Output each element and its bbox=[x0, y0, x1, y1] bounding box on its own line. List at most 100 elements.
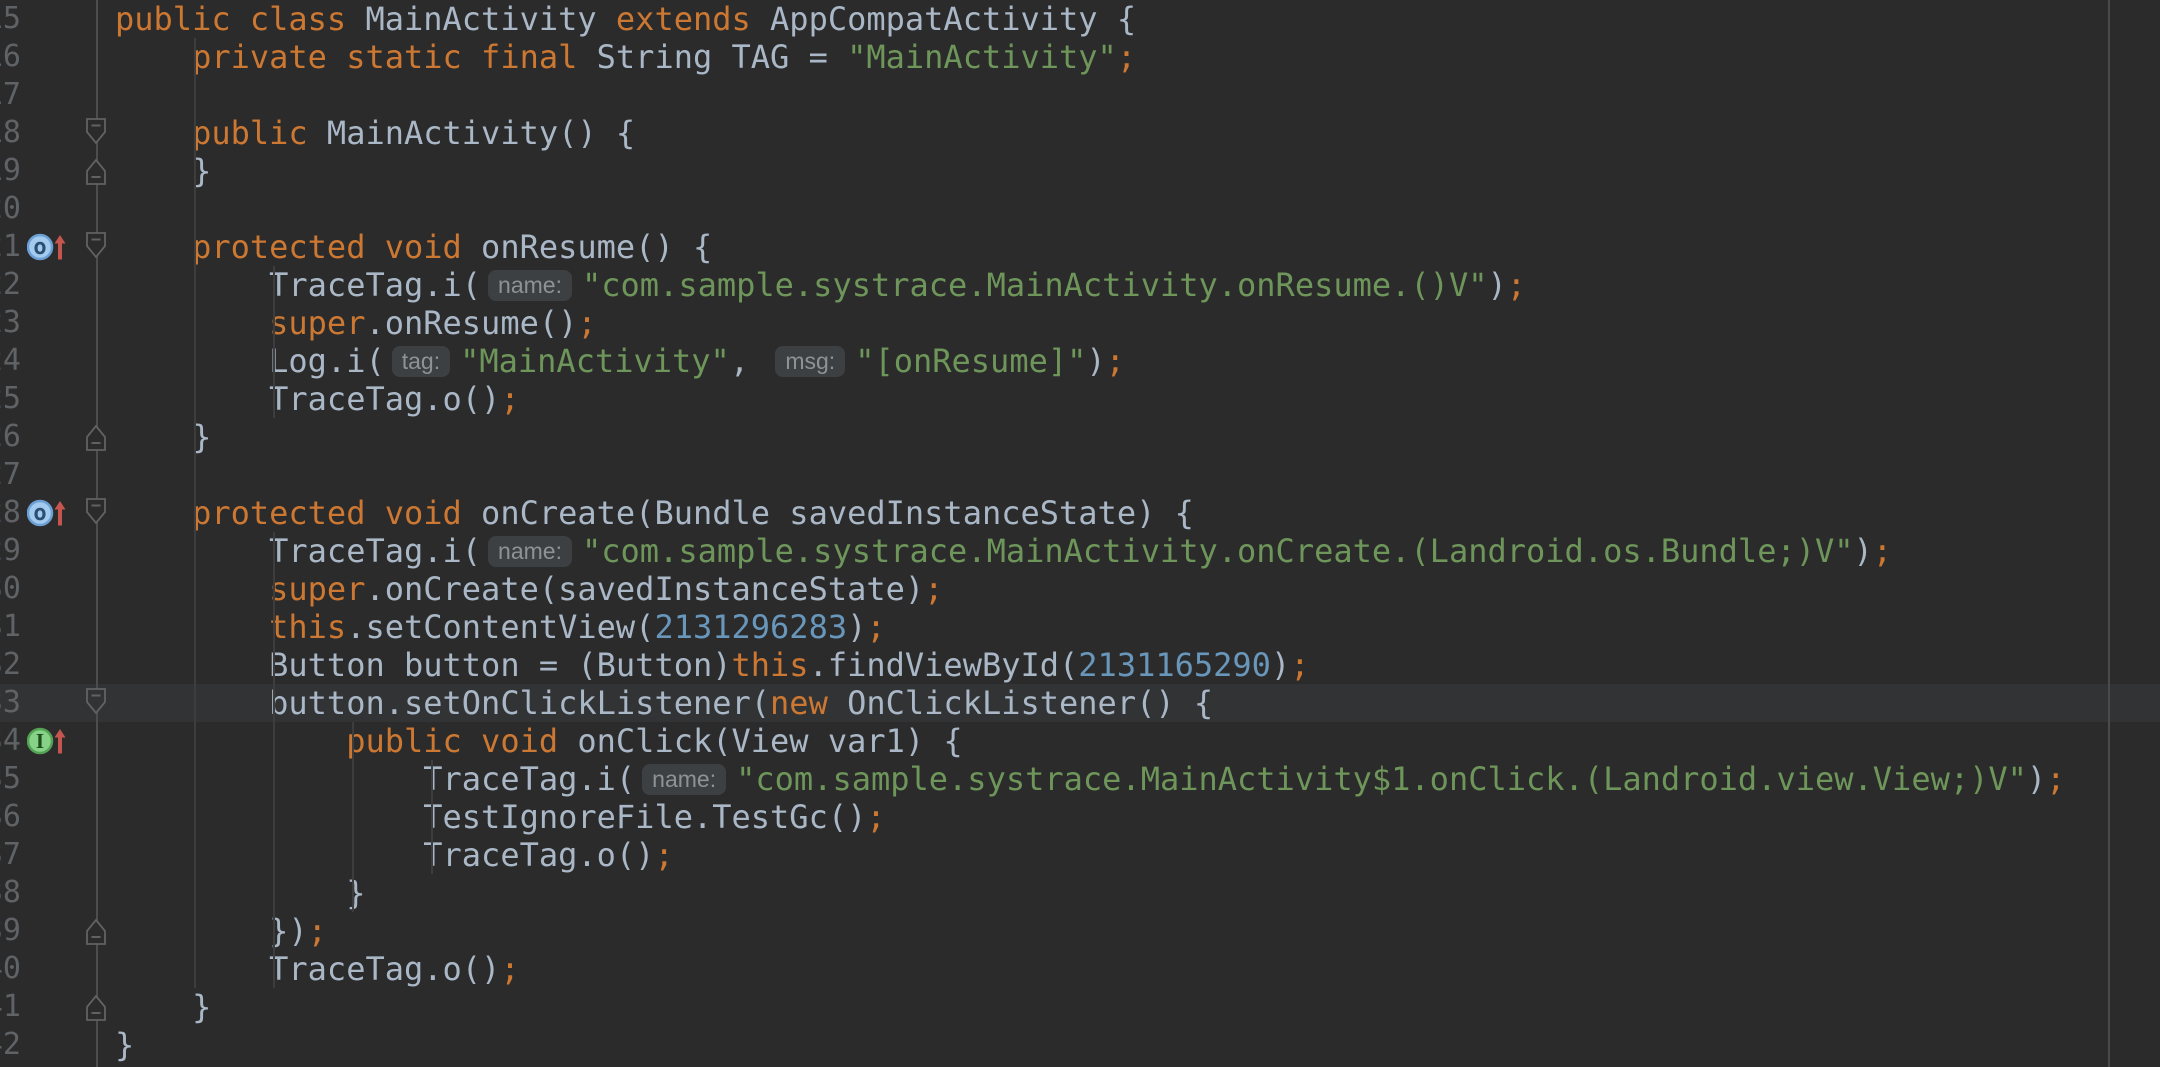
line-number[interactable]: 42 bbox=[0, 1026, 21, 1064]
token-plain: MainActivity bbox=[365, 0, 615, 38]
collapse-bottom-fold-icon[interactable] bbox=[85, 992, 107, 1022]
token-plain: TraceTag.i( bbox=[115, 532, 481, 570]
collapse-top-fold-icon[interactable] bbox=[85, 498, 107, 528]
parameter-hint: name: bbox=[642, 764, 726, 795]
code-line[interactable]: 36 TestIgnoreFile.TestGc(); bbox=[0, 798, 2160, 836]
token-keyword: this bbox=[732, 646, 809, 684]
code-line[interactable]: 26 } bbox=[0, 418, 2160, 456]
line-number[interactable]: 22 bbox=[0, 266, 21, 304]
line-number[interactable]: 19 bbox=[0, 152, 21, 190]
code-line[interactable]: 27 bbox=[0, 456, 2160, 494]
collapse-bottom-fold-icon[interactable] bbox=[85, 916, 107, 946]
code-line[interactable]: 22 TraceTag.i(name:"com.sample.systrace.… bbox=[0, 266, 2160, 304]
code-text: super.onCreate(savedInstanceState); bbox=[115, 570, 943, 608]
token-plain: TraceTag.i( bbox=[115, 266, 481, 304]
token-keyword: public bbox=[115, 114, 327, 152]
line-number[interactable]: 39 bbox=[0, 912, 21, 950]
token-plain: ) bbox=[1854, 532, 1873, 570]
line-number[interactable]: 34 bbox=[0, 722, 21, 760]
token-plain: .onCreate(savedInstanceState) bbox=[365, 570, 924, 608]
token-keyword: extends bbox=[616, 0, 770, 38]
collapse-top-fold-icon[interactable] bbox=[85, 688, 107, 718]
line-number[interactable]: 24 bbox=[0, 342, 21, 380]
token-number: 2131165290 bbox=[1078, 646, 1271, 684]
line-number[interactable]: 15 bbox=[0, 0, 21, 38]
token-plain: ) bbox=[2027, 760, 2046, 798]
collapse-top-fold-icon[interactable] bbox=[85, 232, 107, 262]
code-line[interactable]: 17 bbox=[0, 76, 2160, 114]
token-plain: } bbox=[115, 1026, 134, 1064]
code-line[interactable]: 25 TraceTag.o(); bbox=[0, 380, 2160, 418]
line-number[interactable]: 29 bbox=[0, 532, 21, 570]
line-number[interactable]: 40 bbox=[0, 950, 21, 988]
token-plain: ) bbox=[1086, 342, 1105, 380]
line-number[interactable]: 36 bbox=[0, 798, 21, 836]
code-text: public void onClick(View var1) { bbox=[115, 722, 963, 760]
line-number[interactable]: 27 bbox=[0, 456, 21, 494]
code-line[interactable]: 42} bbox=[0, 1026, 2160, 1064]
code-line[interactable]: 39 }); bbox=[0, 912, 2160, 950]
collapse-bottom-fold-icon[interactable] bbox=[85, 156, 107, 186]
line-number[interactable]: 18 bbox=[0, 114, 21, 152]
collapse-bottom-fold-icon[interactable] bbox=[85, 422, 107, 452]
line-number[interactable]: 20 bbox=[0, 190, 21, 228]
code-line[interactable]: 40 TraceTag.o(); bbox=[0, 950, 2160, 988]
overrides-method-icon[interactable]: o bbox=[27, 230, 67, 264]
token-string: "com.sample.systrace.MainActivity.onResu… bbox=[582, 266, 1487, 304]
line-number[interactable]: 37 bbox=[0, 836, 21, 874]
right-margin-guide bbox=[2108, 0, 2110, 1067]
indent-guide bbox=[273, 266, 275, 418]
line-number[interactable]: 23 bbox=[0, 304, 21, 342]
code-line[interactable]: 29 TraceTag.i(name:"com.sample.systrace.… bbox=[0, 532, 2160, 570]
indent-guide bbox=[352, 722, 354, 912]
code-line[interactable]: 18 public MainActivity() { bbox=[0, 114, 2160, 152]
line-number[interactable]: 30 bbox=[0, 570, 21, 608]
code-line[interactable]: 37 TraceTag.o(); bbox=[0, 836, 2160, 874]
code-line[interactable]: 21o protected void onResume() { bbox=[0, 228, 2160, 266]
collapse-top-fold-icon[interactable] bbox=[85, 118, 107, 148]
code-line[interactable]: 20 bbox=[0, 190, 2160, 228]
line-number[interactable]: 35 bbox=[0, 760, 21, 798]
code-line[interactable]: 38 } bbox=[0, 874, 2160, 912]
code-line[interactable]: 23 super.onResume(); bbox=[0, 304, 2160, 342]
overrides-method-icon[interactable]: o bbox=[27, 496, 67, 530]
code-line[interactable]: 28o protected void onCreate(Bundle saved… bbox=[0, 494, 2160, 532]
token-plain: onClick(View var1) { bbox=[577, 722, 962, 760]
code-line[interactable]: 32 Button button = (Button)this.findView… bbox=[0, 646, 2160, 684]
code-text: TraceTag.i(name:"com.sample.systrace.Mai… bbox=[115, 266, 1526, 304]
line-number[interactable]: 41 bbox=[0, 988, 21, 1026]
token-keyword: ; bbox=[1873, 532, 1892, 570]
token-string: "MainActivity" bbox=[460, 342, 730, 380]
implements-method-icon[interactable]: I bbox=[27, 724, 67, 758]
code-text: Button button = (Button)this.findViewByI… bbox=[115, 646, 1309, 684]
token-plain: .onResume() bbox=[365, 304, 577, 342]
svg-text:o: o bbox=[33, 501, 46, 526]
token-plain: onCreate(Bundle savedInstanceState) { bbox=[481, 494, 1194, 532]
line-number[interactable]: 32 bbox=[0, 646, 21, 684]
token-keyword: super bbox=[115, 570, 365, 608]
code-line[interactable]: 15public class MainActivity extends AppC… bbox=[0, 0, 2160, 38]
code-line[interactable]: 19 } bbox=[0, 152, 2160, 190]
line-number[interactable]: 31 bbox=[0, 608, 21, 646]
code-line[interactable]: 24 Log.i(tag:"MainActivity", msg:"[onRes… bbox=[0, 342, 2160, 380]
line-number[interactable]: 33 bbox=[0, 684, 21, 722]
code-line[interactable]: 31 this.setContentView(2131296283); bbox=[0, 608, 2160, 646]
code-line[interactable]: 34I public void onClick(View var1) { bbox=[0, 722, 2160, 760]
line-number[interactable]: 16 bbox=[0, 38, 21, 76]
code-line[interactable]: 30 super.onCreate(savedInstanceState); bbox=[0, 570, 2160, 608]
line-number[interactable]: 26 bbox=[0, 418, 21, 456]
line-number[interactable]: 17 bbox=[0, 76, 21, 114]
token-plain: Button button = (Button) bbox=[115, 646, 732, 684]
token-keyword: ; bbox=[500, 380, 519, 418]
code-line[interactable]: 41 } bbox=[0, 988, 2160, 1026]
token-keyword: ; bbox=[924, 570, 943, 608]
code-text: private static final String TAG = "MainA… bbox=[115, 38, 1136, 76]
code-line-current[interactable]: 33 button.setOnClickListener(new OnClick… bbox=[0, 684, 2160, 722]
token-plain: String TAG = bbox=[597, 38, 847, 76]
line-number[interactable]: 21 bbox=[0, 228, 21, 266]
line-number[interactable]: 28 bbox=[0, 494, 21, 532]
code-line[interactable]: 16 private static final String TAG = "Ma… bbox=[0, 38, 2160, 76]
line-number[interactable]: 38 bbox=[0, 874, 21, 912]
line-number[interactable]: 25 bbox=[0, 380, 21, 418]
code-line[interactable]: 35 TraceTag.i(name:"com.sample.systrace.… bbox=[0, 760, 2160, 798]
